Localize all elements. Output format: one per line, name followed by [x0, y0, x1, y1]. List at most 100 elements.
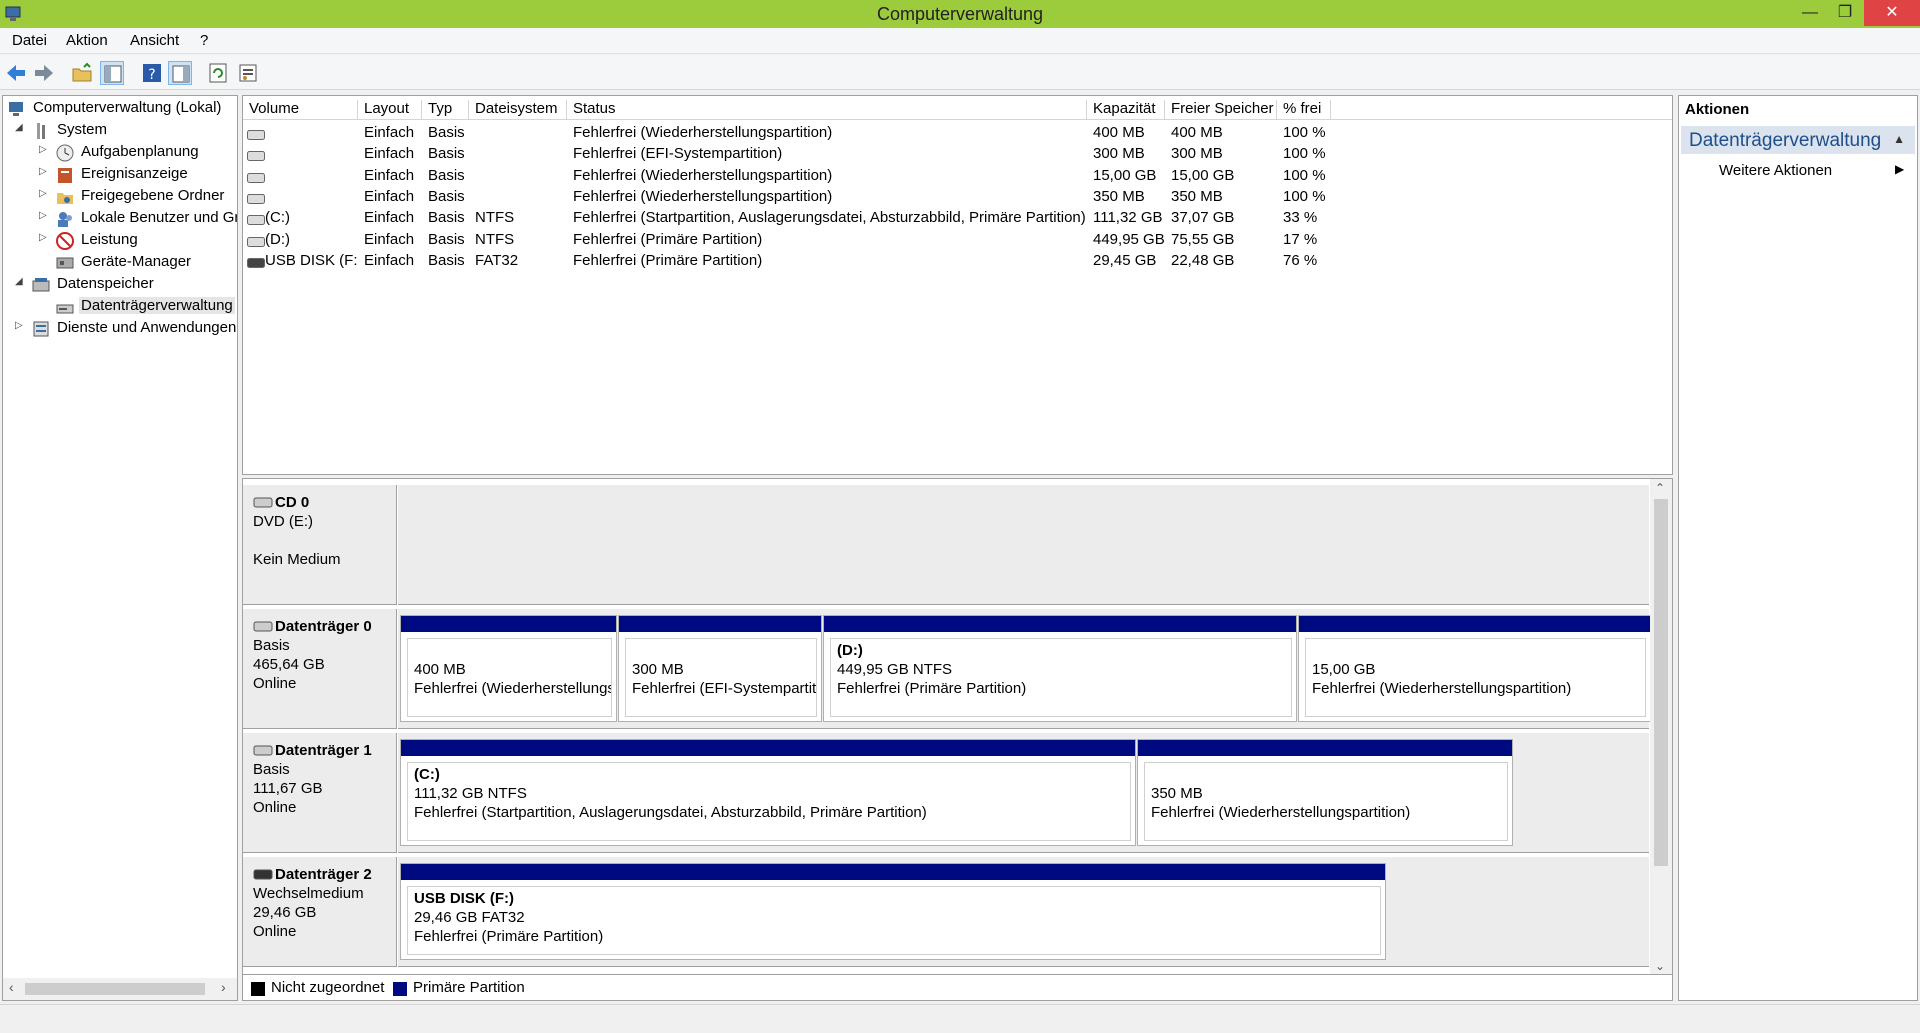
scrollbar-thumb[interactable]	[25, 983, 205, 995]
expand-icon[interactable]: ▷	[39, 210, 51, 221]
cell-prozent: 33 %	[1283, 209, 1318, 227]
column-layout[interactable]: Layout	[358, 100, 422, 120]
cell-prozent: 100 %	[1283, 187, 1326, 205]
tree-item-freigegebene-ordner[interactable]: ▷ Freigegebene Ordner	[39, 186, 237, 208]
partition-block[interactable]: USB DISK (F:) 29,46 GB FAT32 Fehlerfrei (P…	[400, 863, 1386, 960]
disk-info-line	[253, 531, 396, 550]
volume-row[interactable]: Einfach Basis Fehlerfrei (Wiederherstellun…	[243, 186, 1672, 207]
partition-status: Fehlerfrei (Wiederherstellungspartition)	[1151, 804, 1411, 821]
scrollbar-thumb[interactable]	[1654, 499, 1668, 866]
disk-info-line: Wechselmedium	[253, 885, 364, 902]
column-typ[interactable]: Typ	[422, 100, 469, 120]
folder-up-icon[interactable]	[70, 61, 94, 85]
back-icon[interactable]	[4, 61, 28, 85]
tree-item-ereignisanzeige[interactable]: ▷ Ereignisanzeige	[39, 164, 237, 186]
tree-item-root[interactable]: Computerverwaltung (Lokal)	[7, 98, 237, 120]
close-button[interactable]: ✕	[1864, 0, 1920, 26]
menu-help[interactable]: ?	[200, 32, 208, 49]
drive-icon	[247, 127, 265, 140]
properties-icon[interactable]	[236, 61, 260, 85]
menu-datei[interactable]: Datei	[12, 32, 47, 49]
tree-horizontal-scrollbar[interactable]: ‹ ›	[3, 978, 237, 1000]
expand-icon[interactable]: ▷	[39, 188, 51, 199]
maximize-button[interactable]: ❐	[1825, 0, 1865, 26]
cell-status: Fehlerfrei (Wiederherstellungspartition)	[573, 187, 833, 205]
help-icon[interactable]: ?	[140, 61, 164, 85]
tree-item-datenspeicher[interactable]: ◢ Datenspeicher	[15, 274, 237, 296]
partition-block[interactable]: (C:) 111,32 GB NTFS Fehlerfrei (Startparti…	[400, 739, 1136, 846]
partition-type-bar	[1299, 616, 1650, 632]
column-prozent-frei[interactable]: % frei	[1277, 100, 1331, 120]
expand-icon[interactable]: ▷	[15, 320, 27, 331]
collapse-icon[interactable]: ◢	[15, 276, 27, 287]
show-hide-action-pane-icon[interactable]	[168, 61, 192, 85]
tree-item-aufgabenplanung[interactable]: ▷ Aufgabenplanung	[39, 142, 237, 164]
performance-icon	[56, 232, 74, 250]
disk-info[interactable]: Datenträger 2 Wechselmedium 29,46 GB Online	[243, 857, 397, 967]
expand-icon[interactable]: ▷	[39, 232, 51, 243]
disk-name: Datenträger 0	[253, 617, 396, 636]
cell-layout: Einfach	[364, 124, 415, 141]
cell-kapazitaet: 111,32 GB	[1093, 209, 1163, 227]
drive-icon	[247, 212, 265, 226]
cell-frei: 37,07 GB	[1171, 209, 1235, 227]
expand-icon[interactable]: ▷	[39, 144, 51, 155]
cell-dateisystem: FAT32	[475, 251, 519, 269]
scroll-right-icon[interactable]: ›	[221, 979, 226, 995]
cell-layout: Einfach	[364, 166, 415, 184]
tree-item-leistung[interactable]: ▷ Leistung	[39, 230, 237, 252]
volume-row[interactable]: USB DISK (F:) Einfach Basis FAT32 Fehlerfrei…	[243, 250, 1672, 271]
cell-prozent: 100 %	[1283, 166, 1326, 184]
collapse-icon[interactable]: ◢	[15, 122, 27, 133]
partition-block[interactable]: (D:) 449,95 GB NTFS Fehlerfrei (Primäre Pa…	[823, 615, 1297, 722]
volume-row[interactable]: (C:) Einfach Basis NTFS Fehlerfrei (Startpar…	[243, 207, 1672, 228]
cell-status: Fehlerfrei (Primäre Partition)	[573, 251, 763, 269]
volume-row[interactable]: Einfach Basis Fehlerfrei (Wiederherstellun…	[243, 165, 1672, 186]
weitere-aktionen-link[interactable]: Weitere Aktionen	[1719, 162, 1832, 179]
disk-map-vertical-scrollbar[interactable]: ⌃ ⌄	[1650, 479, 1672, 1000]
cell-prozent: 100 %	[1283, 145, 1326, 163]
tree-item-system[interactable]: ◢ System	[15, 120, 237, 142]
partition-block[interactable]: 300 MB Fehlerfrei (EFI-Systempartitic	[618, 615, 822, 722]
column-kapazitaet[interactable]: Kapazität	[1087, 100, 1165, 120]
partition-block[interactable]: 15,00 GB Fehlerfrei (Wiederherstellungspa…	[1298, 615, 1651, 722]
legend: Nicht zugeordnet Primäre Partition	[243, 974, 1672, 1000]
scroll-left-icon[interactable]: ‹	[9, 979, 14, 995]
menu-aktion[interactable]: Aktion	[66, 32, 108, 49]
status-bar	[0, 1004, 1920, 1033]
partition-block[interactable]: 350 MB Fehlerfrei (Wiederherstellungspart…	[1137, 739, 1513, 846]
minimize-button[interactable]: —	[1790, 0, 1830, 26]
column-volume[interactable]: Volume	[243, 100, 358, 120]
cell-kapazitaet: 300 MB	[1093, 145, 1145, 163]
expand-icon[interactable]: ▷	[39, 166, 51, 177]
column-status[interactable]: Status	[567, 100, 1087, 120]
partition-type-bar	[1138, 740, 1512, 756]
column-freier-speicher[interactable]: Freier Speicher	[1165, 100, 1277, 120]
disk-info[interactable]: Datenträger 1 Basis 111,67 GB Online	[243, 733, 397, 853]
volume-list: Volume Layout Typ Dateisystem Status Kap…	[242, 95, 1673, 475]
collapse-caret-icon[interactable]: ▲	[1893, 132, 1905, 146]
refresh-icon[interactable]	[206, 61, 230, 85]
disk-info[interactable]: CD 0 DVD (E:) Kein Medium	[243, 485, 397, 605]
scroll-down-icon[interactable]: ⌄	[1655, 959, 1665, 973]
show-hide-tree-icon[interactable]	[100, 61, 124, 85]
forward-icon[interactable]	[32, 61, 56, 85]
tree-item-lokale-benutzer[interactable]: ▷ Lokale Benutzer und Gr	[39, 208, 237, 230]
volume-row[interactable]: (D:) Einfach Basis NTFS Fehlerfrei (Primäre …	[243, 229, 1672, 250]
tree-item-datentraegerverwaltung[interactable]: Datenträgerverwaltung	[39, 296, 237, 318]
cell-frei: 400 MB	[1171, 124, 1223, 141]
cell-prozent: 17 %	[1283, 230, 1318, 248]
actions-section-datentraegerverwaltung[interactable]: Datenträgerverwaltung ▲	[1681, 126, 1915, 154]
submenu-arrow-icon[interactable]: ▶	[1895, 162, 1904, 176]
tree-item-dienste[interactable]: ▷ Dienste und Anwendungen	[15, 318, 237, 340]
column-dateisystem[interactable]: Dateisystem	[469, 100, 567, 120]
volume-row[interactable]: Einfach Basis Fehlerfrei (EFI-Systempartit…	[243, 143, 1672, 164]
menu-ansicht[interactable]: Ansicht	[130, 32, 179, 49]
tree-item-geraete-manager[interactable]: Geräte-Manager	[39, 252, 237, 274]
volume-row[interactable]: Einfach Basis Fehlerfrei (Wiederherstellun…	[243, 122, 1672, 143]
partition-block[interactable]: 400 MB Fehlerfrei (Wiederherstellungs	[400, 615, 617, 722]
scroll-up-icon[interactable]: ⌃	[1655, 481, 1665, 495]
disk-info[interactable]: Datenträger 0 Basis 465,64 GB Online	[243, 609, 397, 729]
cell-frei: 22,48 GB	[1171, 251, 1235, 269]
disk-info-line: 465,64 GB	[253, 656, 325, 673]
